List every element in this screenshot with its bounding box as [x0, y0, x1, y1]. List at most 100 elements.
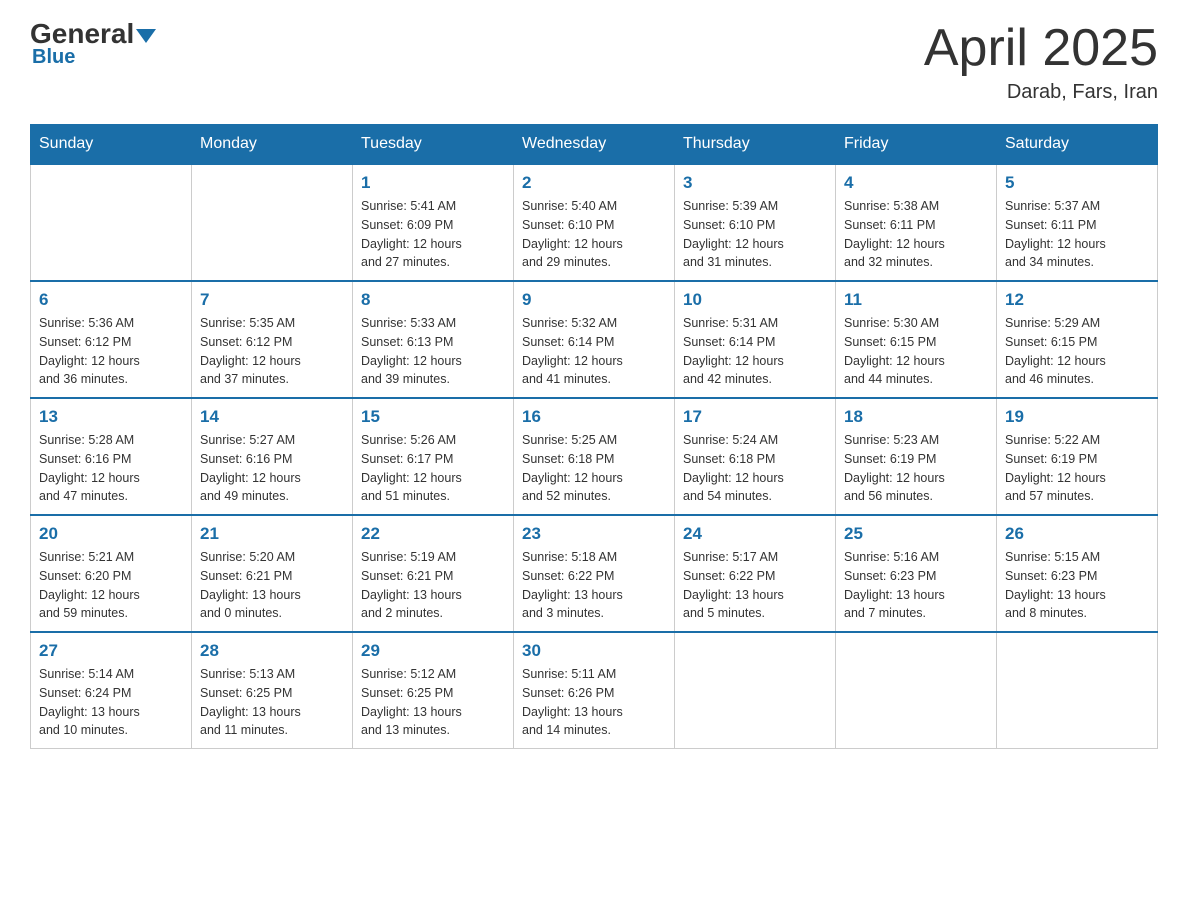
- day-cell: 23Sunrise: 5:18 AM Sunset: 6:22 PM Dayli…: [514, 515, 675, 632]
- day-info: Sunrise: 5:17 AM Sunset: 6:22 PM Dayligh…: [683, 548, 827, 623]
- day-info: Sunrise: 5:23 AM Sunset: 6:19 PM Dayligh…: [844, 431, 988, 506]
- day-cell: [836, 632, 997, 749]
- day-info: Sunrise: 5:30 AM Sunset: 6:15 PM Dayligh…: [844, 314, 988, 389]
- day-number: 4: [844, 173, 988, 193]
- day-info: Sunrise: 5:25 AM Sunset: 6:18 PM Dayligh…: [522, 431, 666, 506]
- day-cell: 2 Sunrise: 5:40 AM Sunset: 6:10 PM Daylig…: [514, 164, 675, 281]
- day-number: 10: [683, 290, 827, 310]
- day-number: 21: [200, 524, 344, 544]
- day-cell: 25 Sunrise: 5:16 AM Sunset: 6:23 PM Dayli…: [836, 515, 997, 632]
- day-cell: 11 Sunrise: 5:30 AM Sunset: 6:15 PM Dayli…: [836, 281, 997, 398]
- header-sunday: Sunday: [31, 125, 192, 165]
- day-number: 27: [39, 641, 183, 661]
- day-cell: [997, 632, 1158, 749]
- day-info: Sunrise: 5:16 AM Sunset: 6:23 PM Dayligh…: [844, 548, 988, 623]
- day-info: Sunrise: 5:37 AM Sunset: 6:11 PM Dayligh…: [1005, 197, 1149, 272]
- day-cell: 30Sunrise: 5:11 AM Sunset: 6:26 PM Dayli…: [514, 632, 675, 749]
- day-info: Sunrise: 5:40 AM Sunset: 6:10 PM Dayligh…: [522, 197, 666, 272]
- day-info: Sunrise: 5:29 AM Sunset: 6:15 PM Dayligh…: [1005, 314, 1149, 389]
- day-cell: 12 Sunrise: 5:29 AM Sunset: 6:15 PM Dayli…: [997, 281, 1158, 398]
- day-number: 11: [844, 290, 988, 310]
- day-info: Sunrise: 5:11 AM Sunset: 6:26 PM Dayligh…: [522, 665, 666, 740]
- day-cell: [31, 164, 192, 281]
- logo-arrow-icon: [136, 29, 156, 43]
- day-cell: [675, 632, 836, 749]
- day-info: Sunrise: 5:31 AM Sunset: 6:14 PM Dayligh…: [683, 314, 827, 389]
- logo-blue: Blue: [30, 46, 75, 69]
- day-info: Sunrise: 5:26 AM Sunset: 6:17 PM Dayligh…: [361, 431, 505, 506]
- calendar-header-row: SundayMondayTuesdayWednesdayThursdayFrid…: [31, 125, 1158, 165]
- day-cell: 19 Sunrise: 5:22 AM Sunset: 6:19 PM Dayli…: [997, 398, 1158, 515]
- day-cell: 29 Sunrise: 5:12 AM Sunset: 6:25 PM Dayli…: [353, 632, 514, 749]
- day-number: 20: [39, 524, 183, 544]
- day-cell: 21Sunrise: 5:20 AM Sunset: 6:21 PM Dayli…: [192, 515, 353, 632]
- day-number: 14: [200, 407, 344, 427]
- day-info: Sunrise: 5:28 AM Sunset: 6:16 PM Dayligh…: [39, 431, 183, 506]
- day-cell: 20 Sunrise: 5:21 AM Sunset: 6:20 PM Dayli…: [31, 515, 192, 632]
- day-number: 19: [1005, 407, 1149, 427]
- day-info: Sunrise: 5:24 AM Sunset: 6:18 PM Dayligh…: [683, 431, 827, 506]
- day-info: Sunrise: 5:22 AM Sunset: 6:19 PM Dayligh…: [1005, 431, 1149, 506]
- day-number: 15: [361, 407, 505, 427]
- header-monday: Monday: [192, 125, 353, 165]
- day-info: Sunrise: 5:38 AM Sunset: 6:11 PM Dayligh…: [844, 197, 988, 272]
- week-row-5: 27 Sunrise: 5:14 AM Sunset: 6:24 PM Dayli…: [31, 632, 1158, 749]
- logo-general: General: [30, 20, 156, 48]
- day-number: 25: [844, 524, 988, 544]
- day-number: 3: [683, 173, 827, 193]
- day-number: 29: [361, 641, 505, 661]
- day-cell: 17 Sunrise: 5:24 AM Sunset: 6:18 PM Dayli…: [675, 398, 836, 515]
- day-cell: 24 Sunrise: 5:17 AM Sunset: 6:22 PM Dayli…: [675, 515, 836, 632]
- day-number: 8: [361, 290, 505, 310]
- day-number: 24: [683, 524, 827, 544]
- day-number: 2: [522, 173, 666, 193]
- day-number: 22: [361, 524, 505, 544]
- header-thursday: Thursday: [675, 125, 836, 165]
- day-info: Sunrise: 5:13 AM Sunset: 6:25 PM Dayligh…: [200, 665, 344, 740]
- day-info: Sunrise: 5:39 AM Sunset: 6:10 PM Dayligh…: [683, 197, 827, 272]
- day-cell: 4 Sunrise: 5:38 AM Sunset: 6:11 PM Daylig…: [836, 164, 997, 281]
- header-tuesday: Tuesday: [353, 125, 514, 165]
- location: Darab, Fars, Iran: [924, 81, 1158, 104]
- day-info: Sunrise: 5:27 AM Sunset: 6:16 PM Dayligh…: [200, 431, 344, 506]
- week-row-3: 13 Sunrise: 5:28 AM Sunset: 6:16 PM Dayli…: [31, 398, 1158, 515]
- day-info: Sunrise: 5:21 AM Sunset: 6:20 PM Dayligh…: [39, 548, 183, 623]
- day-cell: 28 Sunrise: 5:13 AM Sunset: 6:25 PM Dayli…: [192, 632, 353, 749]
- day-info: Sunrise: 5:33 AM Sunset: 6:13 PM Dayligh…: [361, 314, 505, 389]
- day-number: 1: [361, 173, 505, 193]
- day-cell: 16Sunrise: 5:25 AM Sunset: 6:18 PM Dayli…: [514, 398, 675, 515]
- day-number: 26: [1005, 524, 1149, 544]
- logo: General Blue: [30, 20, 156, 69]
- day-number: 13: [39, 407, 183, 427]
- day-number: 23: [522, 524, 666, 544]
- day-cell: 18Sunrise: 5:23 AM Sunset: 6:19 PM Dayli…: [836, 398, 997, 515]
- month-title: April 2025: [924, 20, 1158, 77]
- page-header: General Blue April 2025 Darab, Fars, Ira…: [30, 20, 1158, 104]
- day-info: Sunrise: 5:19 AM Sunset: 6:21 PM Dayligh…: [361, 548, 505, 623]
- day-cell: 9Sunrise: 5:32 AM Sunset: 6:14 PM Daylig…: [514, 281, 675, 398]
- day-info: Sunrise: 5:41 AM Sunset: 6:09 PM Dayligh…: [361, 197, 505, 272]
- day-cell: 26Sunrise: 5:15 AM Sunset: 6:23 PM Dayli…: [997, 515, 1158, 632]
- title-area: April 2025 Darab, Fars, Iran: [924, 20, 1158, 104]
- day-number: 17: [683, 407, 827, 427]
- day-cell: 7Sunrise: 5:35 AM Sunset: 6:12 PM Daylig…: [192, 281, 353, 398]
- header-friday: Friday: [836, 125, 997, 165]
- day-cell: [192, 164, 353, 281]
- week-row-2: 6Sunrise: 5:36 AM Sunset: 6:12 PM Daylig…: [31, 281, 1158, 398]
- day-number: 9: [522, 290, 666, 310]
- day-number: 6: [39, 290, 183, 310]
- week-row-1: 1 Sunrise: 5:41 AM Sunset: 6:09 PM Daylig…: [31, 164, 1158, 281]
- day-cell: 13 Sunrise: 5:28 AM Sunset: 6:16 PM Dayli…: [31, 398, 192, 515]
- day-info: Sunrise: 5:12 AM Sunset: 6:25 PM Dayligh…: [361, 665, 505, 740]
- day-number: 28: [200, 641, 344, 661]
- header-saturday: Saturday: [997, 125, 1158, 165]
- day-cell: 10 Sunrise: 5:31 AM Sunset: 6:14 PM Dayli…: [675, 281, 836, 398]
- day-cell: 1 Sunrise: 5:41 AM Sunset: 6:09 PM Daylig…: [353, 164, 514, 281]
- day-number: 12: [1005, 290, 1149, 310]
- day-cell: 15 Sunrise: 5:26 AM Sunset: 6:17 PM Dayli…: [353, 398, 514, 515]
- day-cell: 27 Sunrise: 5:14 AM Sunset: 6:24 PM Dayli…: [31, 632, 192, 749]
- day-cell: 5Sunrise: 5:37 AM Sunset: 6:11 PM Daylig…: [997, 164, 1158, 281]
- day-number: 7: [200, 290, 344, 310]
- week-row-4: 20 Sunrise: 5:21 AM Sunset: 6:20 PM Dayli…: [31, 515, 1158, 632]
- day-info: Sunrise: 5:14 AM Sunset: 6:24 PM Dayligh…: [39, 665, 183, 740]
